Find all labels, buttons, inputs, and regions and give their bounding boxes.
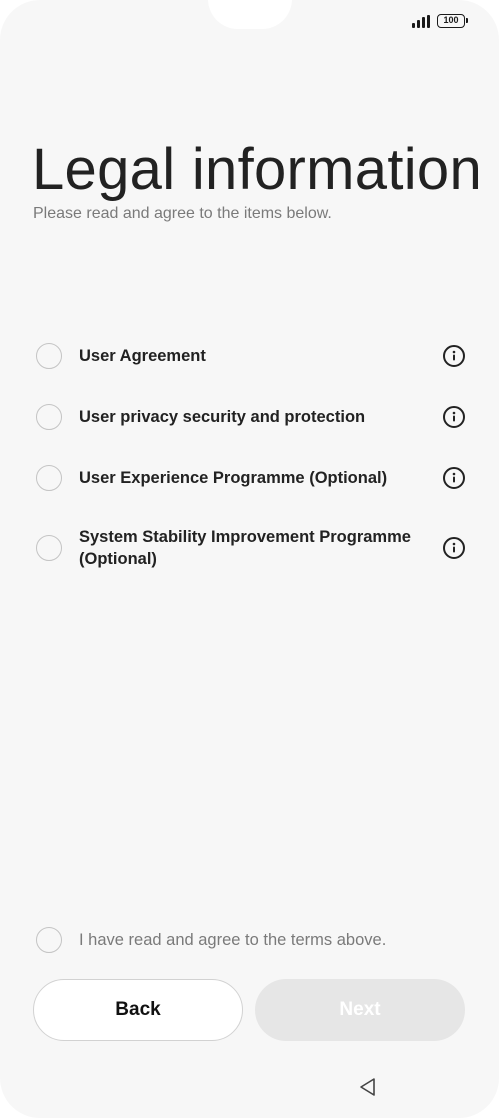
legal-item-label: User Experience Programme (Optional): [79, 468, 388, 487]
screen: 100 Legal information Please read and ag…: [0, 0, 499, 1118]
info-icon[interactable]: [443, 537, 465, 559]
legal-item-privacy[interactable]: User privacy security and protection: [36, 386, 465, 447]
legal-item-label: User Agreement: [79, 346, 206, 365]
info-icon[interactable]: [443, 466, 465, 489]
signal-icon: [412, 14, 430, 28]
legal-item-user-experience[interactable]: User Experience Programme (Optional): [36, 447, 465, 508]
agree-terms-label: I have read and agree to the terms above…: [79, 931, 387, 949]
triangle-back-icon[interactable]: [358, 1077, 378, 1097]
legal-item-label: System Stability Improvement Programme (…: [79, 528, 411, 568]
next-button[interactable]: Next: [255, 979, 465, 1041]
privacy-radio[interactable]: [36, 403, 62, 430]
page-subtitle: Please read and agree to the items below…: [33, 205, 332, 222]
info-icon[interactable]: [443, 405, 465, 428]
legal-item-system-stability[interactable]: System Stability Improvement Programme (…: [36, 508, 465, 588]
page-title: Legal information: [32, 137, 483, 202]
agree-terms-radio[interactable]: [36, 927, 62, 953]
user-agreement-radio[interactable]: [36, 342, 62, 369]
status-bar: 100: [412, 14, 468, 28]
camera-notch: [207, 0, 292, 29]
legal-items-list: User Agreement User privacy security and…: [36, 325, 465, 588]
user-experience-radio[interactable]: [36, 464, 62, 491]
info-icon[interactable]: [443, 344, 465, 367]
battery-icon: 100: [437, 14, 468, 28]
back-button[interactable]: Back: [33, 979, 243, 1041]
system-stability-radio[interactable]: [36, 535, 62, 561]
legal-item-label: User privacy security and protection: [79, 407, 366, 426]
agree-terms-row[interactable]: I have read and agree to the terms above…: [36, 927, 402, 953]
legal-item-user-agreement[interactable]: User Agreement: [36, 325, 465, 386]
